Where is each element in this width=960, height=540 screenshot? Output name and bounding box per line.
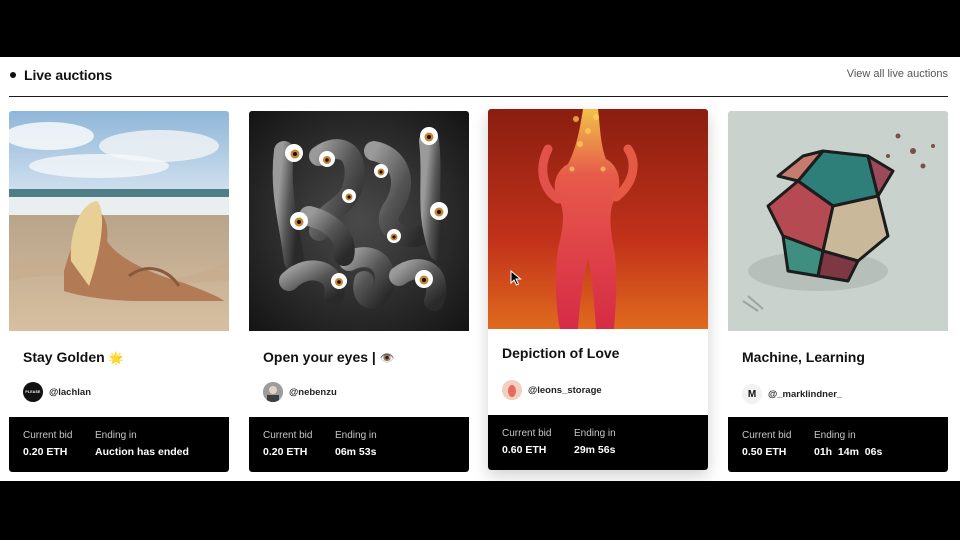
section-title: Live auctions (24, 67, 113, 83)
avatar: PLEASE (23, 382, 43, 402)
artwork-image-depiction-of-love[interactable] (488, 109, 708, 329)
current-bid-value: 0.20 ETH (263, 446, 308, 458)
star-emoji-icon: 🌟 (108, 351, 124, 365)
bullet-icon (10, 72, 16, 78)
current-bid-value: 0.50 ETH (742, 446, 787, 458)
avatar-portrait-icon (263, 382, 283, 402)
creator-lachlan[interactable]: PLEASE @lachlan (23, 382, 91, 402)
current-bid-label: Current bid (23, 430, 73, 441)
auction-card-open-your-eyes[interactable]: Open your eyes | 👁️ @nebenzu Current bid… (249, 111, 469, 472)
ending-in-label: Ending in (814, 430, 856, 441)
view-all-live-auctions-link[interactable]: View all live auctions (847, 68, 948, 80)
card-title-stay-golden[interactable]: Stay Golden 🌟 (23, 349, 124, 365)
current-bid-value: 0.20 ETH (23, 446, 68, 458)
avatar: M (742, 384, 762, 404)
ending-in-value: 29m 56s (574, 444, 616, 456)
current-bid-label: Current bid (502, 428, 552, 439)
bid-info-bar: Current bid 0.50 ETH Ending in 01h 14m 0… (728, 417, 948, 472)
card-title-text: Stay Golden (23, 349, 105, 365)
avatar (263, 382, 283, 402)
avatar (502, 380, 522, 400)
creator-handle: @leons_storage (528, 384, 602, 396)
section-header: Live auctions View all live auctions (9, 57, 948, 97)
mouse-pointer-icon (510, 270, 522, 286)
card-title-machine-learning[interactable]: Machine, Learning (742, 349, 865, 365)
card-title-text: Open your eyes | (263, 349, 376, 365)
ending-in-value: 01h 14m 06s (814, 446, 883, 458)
bid-info-bar: Current bid 0.20 ETH Ending in 06m 53s (249, 417, 469, 472)
current-bid-label: Current bid (263, 430, 313, 441)
creator-marklindner[interactable]: M @_marklindner_ (742, 384, 842, 404)
ending-in-label: Ending in (95, 430, 137, 441)
auction-card-stay-golden[interactable]: Stay Golden 🌟 PLEASE @lachlan Current bi… (9, 111, 229, 472)
card-title-open-your-eyes[interactable]: Open your eyes | 👁️ (263, 349, 395, 365)
current-bid-label: Current bid (742, 430, 792, 441)
creator-handle: @lachlan (49, 386, 91, 398)
card-title-depiction-of-love[interactable]: Depiction of Love (502, 345, 619, 361)
artwork-image-open-your-eyes[interactable] (249, 111, 469, 331)
creator-handle: @nebenzu (289, 386, 337, 398)
ending-in-label: Ending in (335, 430, 377, 441)
avatar-logo-text: M (747, 388, 757, 400)
ending-in-value: 06m 53s (335, 446, 377, 458)
ending-in-label: Ending in (574, 428, 616, 439)
current-bid-value: 0.60 ETH (502, 444, 547, 456)
live-auctions-section: Live auctions View all live auctions Sta… (0, 57, 960, 481)
eye-emoji-icon: 👁️ (379, 351, 395, 365)
creator-nebenzu[interactable]: @nebenzu (263, 382, 337, 402)
ending-in-value: Auction has ended (95, 446, 189, 458)
auction-card-machine-learning[interactable]: Machine, Learning M @_marklindner_ Curre… (728, 111, 948, 472)
artwork-image-machine-learning[interactable] (728, 111, 948, 331)
auction-card-depiction-of-love[interactable]: Depiction of Love @leons_storage Current… (488, 109, 708, 470)
bid-info-bar: Current bid 0.60 ETH Ending in 29m 56s (488, 415, 708, 470)
avatar-figure-icon (502, 380, 522, 400)
creator-handle: @_marklindner_ (768, 388, 843, 400)
creator-leons-storage[interactable]: @leons_storage (502, 380, 602, 400)
bid-info-bar: Current bid 0.20 ETH Ending in Auction h… (9, 417, 229, 472)
artwork-image-stay-golden[interactable] (9, 111, 229, 331)
avatar-logo-text: PLEASE (25, 390, 41, 394)
